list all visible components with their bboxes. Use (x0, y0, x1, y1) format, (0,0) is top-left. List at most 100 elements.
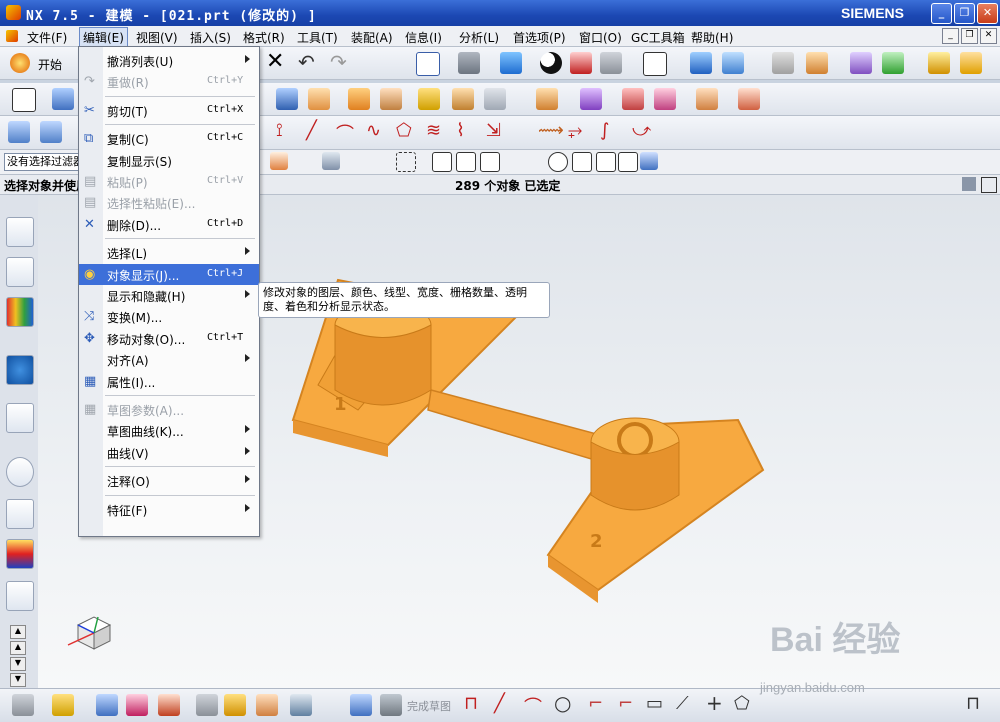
assembly-navigator-icon[interactable] (6, 217, 34, 247)
bottom-polygon-icon[interactable]: ⬠ (734, 693, 750, 714)
bottom-chamfer-icon[interactable]: ⌐ (618, 693, 633, 714)
measure-icon[interactable] (928, 52, 950, 74)
bottom-assembly-icon[interactable] (196, 694, 218, 716)
mdi-minimize-button[interactable]: _ (942, 28, 959, 44)
mirror-icon[interactable] (738, 88, 760, 110)
minimize-button[interactable]: _ (931, 3, 952, 24)
menu-analysis[interactable]: 分析(L) (456, 28, 502, 47)
bottom-component-icon[interactable] (224, 694, 246, 716)
mdi-restore-button[interactable]: ❐ (961, 28, 978, 44)
blend-icon[interactable] (380, 88, 402, 110)
offset-curve-icon[interactable]: ≋ (426, 120, 441, 141)
fillet-curve-icon[interactable]: ⤻ (632, 120, 651, 141)
snap-point-control-icon[interactable] (480, 152, 500, 172)
menu-assembly[interactable]: 装配(A) (348, 28, 396, 47)
close-button[interactable]: ✕ (977, 3, 998, 24)
subtract-icon[interactable] (580, 88, 602, 110)
background-icon[interactable] (643, 52, 667, 76)
curve-edit-icon[interactable]: ⟿ (538, 120, 564, 141)
bottom-line-icon[interactable]: ╱ (494, 693, 505, 714)
bottom-mirror-icon[interactable] (158, 694, 180, 716)
menu-help[interactable]: 帮助(H) (688, 28, 736, 47)
menu-insert[interactable]: 插入(S) (187, 28, 234, 47)
edit-menu-item[interactable]: ✂ 剪切(T) Ctrl+X (79, 100, 259, 121)
menu-file[interactable]: 文件(F) (24, 28, 70, 47)
project-curve-icon[interactable]: ⇲ (486, 120, 501, 141)
history-icon[interactable] (6, 457, 34, 487)
edit-menu-item[interactable]: 对齐(A) (79, 349, 259, 370)
edit-menu-item[interactable]: ▤ 粘贴(P) Ctrl+V (79, 171, 259, 192)
layer-icon[interactable] (690, 52, 712, 74)
status-fullscreen-icon[interactable] (981, 177, 997, 193)
bottom-circle-icon[interactable]: ○ (554, 691, 571, 715)
snap-face-icon[interactable] (640, 152, 658, 170)
select-general-icon[interactable] (270, 152, 288, 170)
cancel-icon[interactable]: ✕ (266, 51, 284, 73)
edit-menu-item[interactable]: ✕ 删除(D)... Ctrl+D (79, 214, 259, 235)
edit-menu-item[interactable]: 选择(L) (79, 242, 259, 263)
scroll-down2-icon[interactable]: ▼ (10, 673, 26, 687)
bottom-wave-icon[interactable] (290, 694, 312, 716)
bottom-move-icon[interactable] (126, 694, 148, 716)
trim-curve-icon[interactable]: ⥅ (568, 120, 582, 141)
shade-icon[interactable] (600, 52, 622, 74)
roles-icon[interactable] (6, 581, 34, 611)
status-grid-icon[interactable] (962, 177, 976, 191)
finish-sketch-icon[interactable] (380, 694, 402, 716)
trim-icon[interactable] (484, 88, 506, 110)
undo-icon[interactable]: ↶ (298, 50, 315, 74)
spline-icon[interactable]: ∿ (366, 120, 381, 141)
bottom-profile-icon[interactable]: ⊓ (464, 693, 478, 714)
sketch-icon[interactable] (12, 88, 36, 112)
edit-menu-item[interactable]: 草图曲线(K)... (79, 420, 259, 441)
web-browser-icon[interactable] (6, 403, 34, 433)
hole-icon[interactable] (308, 88, 330, 110)
select-solid-icon[interactable] (322, 152, 340, 170)
pattern-icon[interactable] (696, 88, 718, 110)
chamfer-icon[interactable] (418, 88, 440, 110)
render-style-icon[interactable] (540, 52, 562, 74)
snap-on-curve-icon[interactable] (618, 152, 638, 172)
fit-view-icon[interactable] (416, 52, 440, 76)
menu-view[interactable]: 视图(V) (133, 28, 181, 47)
system-materials-icon[interactable] (6, 499, 34, 529)
bridge-curve-icon[interactable]: ⌇ (456, 120, 465, 141)
unite-icon[interactable] (536, 88, 558, 110)
edit-menu-item[interactable]: ▦ 草图参数(A)... (79, 399, 259, 420)
scroll-up2-icon[interactable]: ▲ (10, 641, 26, 655)
bottom-dimension-icon[interactable]: ⊓ (966, 693, 980, 714)
type-filter-dropdown[interactable]: 没有选择过滤器 (4, 153, 80, 171)
sketch-tool-icon[interactable] (960, 52, 982, 74)
scroll-up-icon[interactable]: ▲ (10, 625, 26, 639)
snap-point-end-icon[interactable] (432, 152, 452, 172)
bottom-constraint-icon[interactable] (256, 694, 278, 716)
part-navigator-tab-icon[interactable] (6, 297, 34, 327)
edit-menu-item[interactable]: ⤨ 变换(M)... (79, 306, 259, 327)
scroll-down-icon[interactable]: ▼ (10, 657, 26, 671)
navigate-icon[interactable] (882, 52, 904, 74)
edit-menu-item[interactable]: ✥ 移动对象(O)... Ctrl+T (79, 328, 259, 349)
edit-menu-item[interactable]: 特征(F) (79, 499, 259, 520)
line-icon[interactable]: ╱ (306, 120, 317, 141)
bottom-sketch-icon[interactable] (350, 694, 372, 716)
redo-toolbar-icon[interactable]: ↷ (330, 50, 347, 74)
surface-icon[interactable] (8, 121, 30, 143)
edit-menu-item[interactable]: 注释(O) (79, 470, 259, 491)
process-studio-icon[interactable] (6, 539, 34, 569)
bottom-point-icon[interactable]: + (706, 691, 723, 715)
wcs-icon[interactable] (722, 52, 744, 74)
extrude-icon[interactable] (52, 88, 74, 110)
constraint-navigator-icon[interactable] (6, 257, 34, 287)
coordinate-icon[interactable] (806, 52, 828, 74)
menu-window[interactable]: 窗口(O) (576, 28, 625, 47)
bottom-polyline-icon[interactable]: ⟋ (676, 693, 689, 714)
edit-menu-item[interactable]: ◉ 对象显示(J)... Ctrl+J (79, 263, 259, 285)
bottom-rectangle-icon[interactable]: ▭ (646, 693, 663, 714)
menu-edit[interactable]: 编辑(E) (79, 27, 128, 48)
rectangle-select-icon[interactable] (396, 152, 416, 172)
edit-menu-item[interactable]: ▤ 选择性粘贴(E)... (79, 192, 259, 213)
edit-menu-item[interactable]: 曲线(V) (79, 442, 259, 463)
split-curve-icon[interactable]: ∫ (600, 120, 609, 141)
snap-intersection-icon[interactable] (596, 152, 616, 172)
edit-menu-item[interactable]: 复制显示(S) (79, 150, 259, 171)
